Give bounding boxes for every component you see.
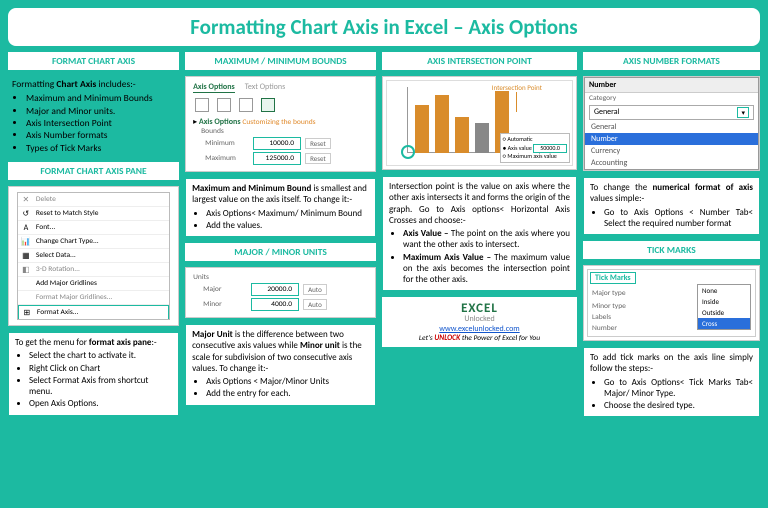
footer-link[interactable]: www.excelunlocked.com <box>439 324 519 334</box>
tab-text-options[interactable]: Text Options <box>245 82 286 93</box>
axis-crosses-legend: ○ Automatic ● Axis value 50000.0 ○ Maxim… <box>500 133 570 163</box>
header-number-formats: AXIS NUMBER FORMATS <box>583 52 760 70</box>
title-bar: Formatting Chart Axis in Excel – Axis Op… <box>8 8 760 46</box>
ctx-reset[interactable]: ↺Reset to Match Style <box>18 207 169 221</box>
axis-icon: ⊞ <box>22 308 32 318</box>
intro-card: Formatting Chart Axis includes:- Maximum… <box>8 76 179 156</box>
header-intersection: AXIS INTERSECTION POINT <box>382 52 577 70</box>
header-bounds: MAXIMUM / MINIMUM BOUNDS <box>185 52 376 70</box>
major-unit-input[interactable]: 20000.0 <box>251 283 299 296</box>
fill-icon[interactable] <box>195 98 209 112</box>
ctx-delete[interactable]: ✕Delete <box>18 193 169 207</box>
min-bound-input[interactable]: 10000.0 <box>253 137 301 150</box>
header-units: MAJOR / MINOR UNITS <box>185 243 376 261</box>
delete-icon: ✕ <box>21 195 31 205</box>
axis-options-icon[interactable] <box>261 98 275 112</box>
tickopt-cross[interactable]: Cross <box>698 318 750 329</box>
tickopt-outside[interactable]: Outside <box>698 307 750 318</box>
chart-type-icon: 📊 <box>21 237 31 247</box>
font-icon: A <box>21 223 31 233</box>
tick-marks-mock: Tick Marks Major type None▾ Minor type L… <box>583 265 760 341</box>
ctx-3d: ◧3-D Rotation... <box>18 263 169 277</box>
tickopt-inside[interactable]: Inside <box>698 296 750 307</box>
context-menu-mock: ✕Delete ↺Reset to Match Style AFont... 📊… <box>8 186 179 326</box>
cube-icon: ◧ <box>21 265 31 275</box>
origin-highlight-icon <box>401 145 415 159</box>
number-dropdown-mock: Number Category General▾ General Number … <box>583 76 760 171</box>
chart-mock: Intersection Point ○ Automatic ● Axis va… <box>382 76 577 170</box>
header-format-pane: FORMAT CHART AXIS PANE <box>8 162 179 180</box>
bounds-card: Maximum and Minimum Bound is smallest an… <box>185 178 376 237</box>
dropdown-arrow-icon[interactable]: ▾ <box>737 107 749 118</box>
numopt-accounting[interactable]: Accounting <box>585 157 758 169</box>
header-format-chart-axis: FORMAT CHART AXIS <box>8 52 179 70</box>
ctx-select-data[interactable]: ▦Select Data... <box>18 249 169 263</box>
ctx-add-gridlines[interactable]: Add Major Gridlines <box>18 277 169 291</box>
size-icon[interactable] <box>239 98 253 112</box>
max-bound-input[interactable]: 125000.0 <box>253 152 301 165</box>
header-tick-marks: TICK MARKS <box>583 241 760 259</box>
minor-unit-input[interactable]: 4000.0 <box>251 298 299 311</box>
tickopt-none[interactable]: None <box>698 285 750 296</box>
reset-max-button[interactable]: Reset <box>305 153 331 164</box>
axis-options-bounds-mock: Axis Options Text Options ▸ Axis Options… <box>185 76 376 172</box>
tick-type-menu: None Inside Outside Cross <box>697 284 751 330</box>
ctx-format-axis[interactable]: ⊞Format Axis... <box>18 305 169 319</box>
numopt-number[interactable]: Number <box>585 133 758 145</box>
units-card: Major Unit is the difference between two… <box>185 324 376 406</box>
numopt-currency[interactable]: Currency <box>585 145 758 157</box>
intersection-card: Intersection point is the value on axis … <box>382 176 577 291</box>
reset-icon: ↺ <box>21 209 31 219</box>
effects-icon[interactable] <box>217 98 231 112</box>
ctx-font[interactable]: AFont... <box>18 221 169 235</box>
tick-marks-card: To add tick marks on the axis line simpl… <box>583 347 760 417</box>
page-title: Formatting Chart Axis in Excel – Axis Op… <box>18 14 750 40</box>
select-data-icon: ▦ <box>21 251 31 261</box>
number-format-card: To change the numerical format of axis v… <box>583 177 760 235</box>
tab-axis-options[interactable]: Axis Options <box>193 82 235 93</box>
numopt-general[interactable]: General <box>585 121 758 133</box>
pane-instructions-card: To get the menu for format axis pane:- S… <box>8 332 179 416</box>
footer-logo: EXCEL Unlocked www.excelunlocked.com Let… <box>382 297 577 347</box>
units-mock: Units Major 20000.0 Auto Minor 4000.0 Au… <box>185 267 376 318</box>
ctx-format-gridlines: Format Major Gridlines... <box>18 291 169 305</box>
ctx-change-chart[interactable]: 📊Change Chart Type... <box>18 235 169 249</box>
reset-min-button[interactable]: Reset <box>305 138 331 149</box>
